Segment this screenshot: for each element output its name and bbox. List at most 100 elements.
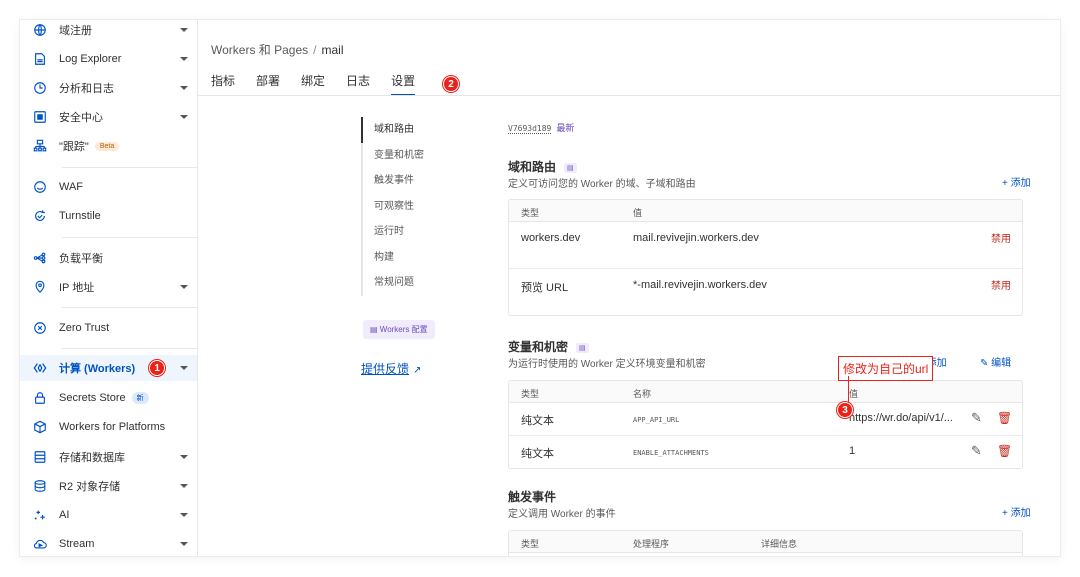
document-icon	[33, 52, 47, 66]
domains-section-desc: 定义可访问您的 Worker 的域、子域和路由	[508, 179, 696, 190]
row-value: https://wr.do/api/v1/...	[849, 412, 953, 424]
disable-button[interactable]: 禁用	[991, 234, 1011, 245]
subnav-build[interactable]: 构建	[363, 245, 461, 271]
subnav-observability[interactable]: 可观察性	[363, 194, 461, 220]
globe-icon	[33, 23, 47, 37]
sidebar-item-label: Zero Trust	[59, 322, 110, 334]
edit-variables-button[interactable]: ✎ 编辑	[980, 354, 1011, 369]
pencil-icon[interactable]: ✎	[971, 410, 982, 426]
feedback-label: 提供反馈	[361, 362, 410, 376]
table-header: 类型 名称 值	[509, 381, 1022, 403]
triggers-table: 类型 处理程序 详细信息	[508, 530, 1023, 556]
sidebar-item-security-center[interactable]: 安全中心	[20, 104, 197, 130]
sidebar-item-zero-trust[interactable]: Zero Trust	[20, 315, 197, 341]
sidebar-item-log-explorer[interactable]: Log Explorer	[20, 46, 197, 72]
tab-settings[interactable]: 设置	[391, 72, 416, 96]
sidebar-item-stream[interactable]: Stream	[20, 531, 197, 556]
sidebar-item-r2-storage[interactable]: R2 对象存储	[20, 473, 197, 499]
add-trigger-button[interactable]: + 添加	[1002, 504, 1031, 519]
sidebar-item-label: WAF	[59, 181, 84, 193]
col-name: 名称	[633, 389, 652, 399]
lock-icon	[33, 391, 47, 405]
load-balancer-icon	[33, 251, 47, 265]
chevron-down-icon	[180, 26, 188, 34]
sidebar-item-turnstile[interactable]: Turnstile	[20, 203, 197, 229]
disable-button[interactable]: 禁用	[991, 281, 1011, 292]
chevron-down-icon	[180, 113, 188, 121]
waf-shield-icon	[33, 180, 47, 194]
sidebar-item-domain-registration[interactable]: 域注册	[20, 20, 197, 43]
sidebar-item-ip-addresses[interactable]: IP 地址	[20, 274, 197, 300]
sidebar-item-storage-databases[interactable]: 存储和数据库	[20, 444, 197, 470]
chevron-down-icon	[180, 482, 188, 490]
row-value: mail.revivejin.workers.dev	[633, 232, 759, 244]
sidebar-item-load-balancing[interactable]: 负载平衡	[20, 245, 197, 271]
add-domain-button[interactable]: + 添加	[1002, 174, 1031, 189]
sidebar-item-ai[interactable]: AI	[20, 502, 197, 528]
chevron-down-icon	[180, 55, 188, 63]
col-type: 类型	[521, 539, 540, 549]
row-type: 预览 URL	[521, 282, 569, 294]
workers-config-badge[interactable]: ▤ Workers 配置	[363, 320, 435, 339]
breadcrumb-separator: /	[313, 43, 317, 57]
subnav-general[interactable]: 常规问题	[363, 270, 461, 296]
triggers-section-desc: 定义调用 Worker 的事件	[508, 509, 616, 520]
doc-icon[interactable]: ▤	[576, 342, 589, 353]
row-name: APP_API_URL	[633, 416, 680, 424]
sidebar-item-label: Stream	[59, 538, 95, 550]
chevron-down-icon	[180, 453, 188, 461]
tab-bindings[interactable]: 绑定	[301, 72, 325, 96]
subnav-variables-secrets[interactable]: 变量和机密	[363, 143, 461, 169]
domains-title-text: 域和路由	[508, 160, 557, 174]
sidebar-item-label: 分析和日志	[59, 83, 114, 95]
new-badge: 新	[131, 392, 149, 404]
subnav-domains-routes[interactable]: 域和路由	[363, 117, 461, 143]
shield-square-icon	[33, 110, 47, 124]
chevron-down-icon	[180, 511, 188, 519]
table-row: 纯文本 ENABLE_ATTACHMENTS 1 ✎ 🗑	[509, 436, 1022, 468]
sidebar-item-analytics[interactable]: 分析和日志	[20, 75, 197, 101]
table-row: workers.dev mail.revivejin.workers.dev 禁…	[509, 222, 1022, 269]
main-content: Workers 和 Pages / mail 指标 部署 绑定 日志 设置 2 域和…	[198, 20, 1060, 556]
breadcrumb: Workers 和 Pages / mail	[211, 41, 344, 58]
sidebar-item-workers[interactable]: 计算 (Workers) 1	[20, 355, 197, 381]
settings-subnav: 域和路由 变量和机密 触发事件 可观察性 运行时 构建 常规问题	[361, 117, 461, 296]
breadcrumb-parent[interactable]: Workers 和 Pages	[211, 43, 308, 57]
sidebar-item-tracing[interactable]: "跟踪" Beta	[20, 133, 197, 159]
tabs-divider	[198, 95, 1060, 96]
tab-deployments[interactable]: 部署	[256, 72, 280, 96]
sidebar-item-label: IP 地址	[59, 282, 95, 294]
sidebar-divider	[62, 237, 197, 238]
subnav-triggers[interactable]: 触发事件	[363, 168, 461, 194]
pencil-icon[interactable]: ✎	[971, 443, 982, 459]
sidebar-item-label: Workers for Platforms	[59, 421, 166, 433]
row-type: 纯文本	[521, 415, 554, 427]
doc-icon[interactable]: ▤	[564, 162, 577, 173]
trash-icon[interactable]: 🗑	[997, 444, 1012, 458]
row-name: ENABLE_ATTACHMENTS	[633, 449, 709, 457]
subnav-runtime[interactable]: 运行时	[363, 219, 461, 245]
sidebar-item-label: 安全中心	[59, 112, 103, 124]
tab-metrics[interactable]: 指标	[211, 72, 235, 96]
external-link-icon: ↗	[413, 365, 422, 376]
row-type: 纯文本	[521, 448, 554, 460]
table-row: 纯文本 APP_API_URL https://wr.do/api/v1/...…	[509, 403, 1022, 436]
beta-badge: Beta	[94, 141, 120, 151]
row-type: workers.dev	[521, 232, 581, 244]
feedback-link[interactable]: 提供反馈 ↗	[361, 360, 421, 377]
sidebar-item-workers-for-platforms[interactable]: Workers for Platforms	[20, 414, 197, 440]
col-value: 值	[849, 389, 859, 399]
tab-logs[interactable]: 日志	[346, 72, 370, 96]
sidebar-item-label: "跟踪"	[59, 141, 89, 153]
step-marker-1: 1	[149, 360, 166, 376]
sidebar-item-waf[interactable]: WAF	[20, 174, 197, 200]
trash-icon[interactable]: 🗑	[997, 411, 1012, 425]
sidebar-item-secrets-store[interactable]: Secrets Store 新	[20, 385, 197, 411]
version-id[interactable]: V7693d189	[508, 124, 552, 134]
chevron-down-icon	[180, 540, 188, 548]
variables-section-title: 变量和机密 ▤	[508, 338, 589, 355]
chevron-down-icon	[180, 84, 188, 92]
domains-table: 类型 值 workers.dev mail.revivejin.workers.…	[508, 199, 1023, 316]
col-value: 值	[633, 208, 643, 218]
triggers-section-title: 触发事件	[508, 490, 557, 504]
